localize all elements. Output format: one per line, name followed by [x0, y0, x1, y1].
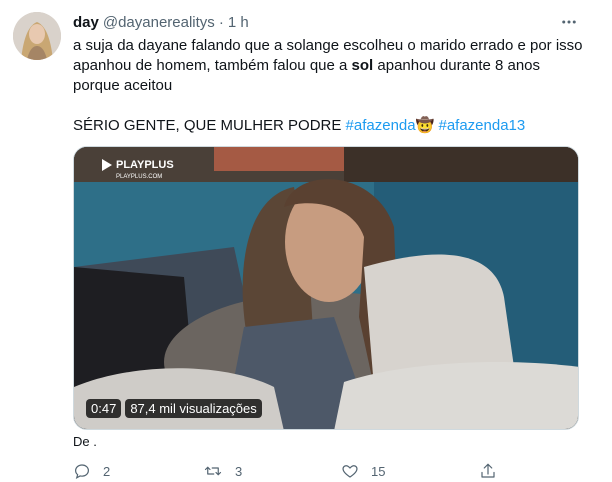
video-badges: 0:47 87,4 mil visualizações — [86, 399, 262, 418]
tweet-line-1: a suja da dayane falando que a solange e… — [73, 37, 583, 54]
playplus-brand: PLAYPLUS — [116, 159, 174, 171]
reply-count: 2 — [103, 463, 111, 479]
playplus-url: PLAYPLUS.COM — [116, 174, 163, 181]
tweet-header: day @dayanerealitys · 1 h — [73, 12, 249, 32]
retweet-icon — [204, 466, 222, 476]
reply-button[interactable]: 2 — [73, 462, 110, 480]
share-icon — [481, 463, 495, 478]
like-button[interactable]: 15 — [341, 462, 385, 480]
tweet-time[interactable]: 1 h — [228, 14, 249, 31]
tweet-line-2: apanhou de homem, também falou que a sol… — [73, 56, 593, 76]
author-name[interactable]: day — [73, 14, 99, 31]
tweet[interactable]: day @dayanerealitys · 1 h a suja da daya… — [0, 0, 612, 480]
tweet-line-4-text: SÉRIO GENTE, QUE MULHER PODRE — [73, 117, 346, 134]
retweet-button[interactable]: 3 — [203, 462, 242, 480]
tweet-line-4: SÉRIO GENTE, QUE MULHER PODRE #afazenda🤠… — [73, 116, 593, 136]
more-icon[interactable] — [557, 12, 581, 32]
video-duration: 0:47 — [86, 399, 122, 418]
cowboy-hat-emoji: 🤠 — [415, 117, 435, 134]
share-button[interactable] — [479, 462, 509, 480]
video-views: 87,4 mil visualizações — [125, 399, 262, 418]
tweet-actions: 2 3 15 — [73, 462, 583, 482]
playplus-logo: PLAYPLUS PLAYPLUS.COM — [102, 159, 174, 183]
tweet-line-2-pre: apanhou de homem, também falou que a — [73, 57, 352, 74]
author-handle[interactable]: @dayanerealitys — [103, 14, 215, 31]
video-player[interactable]: PLAYPLUS PLAYPLUS.COM 0:47 87,4 mil visu… — [73, 146, 579, 430]
reply-icon — [75, 464, 89, 479]
tweet-line-3: porque aceitou — [73, 77, 173, 94]
retweet-count: 3 — [235, 463, 243, 479]
like-count: 15 — [371, 463, 386, 479]
like-icon — [342, 465, 358, 478]
tweet-text: a suja da dayane falando que a solange e… — [73, 36, 593, 136]
play-icon — [102, 159, 112, 172]
tweet-line-2-post: apanhou durante 8 anos — [373, 57, 541, 74]
hashtag-afazenda[interactable]: #afazenda — [346, 117, 416, 134]
hashtag-afazenda13[interactable]: #afazenda13 — [438, 117, 525, 134]
video-origin[interactable]: De . — [73, 434, 97, 449]
avatar[interactable] — [13, 12, 61, 60]
tweet-bold-word: sol — [351, 57, 374, 74]
separator-dot: · — [218, 13, 224, 31]
